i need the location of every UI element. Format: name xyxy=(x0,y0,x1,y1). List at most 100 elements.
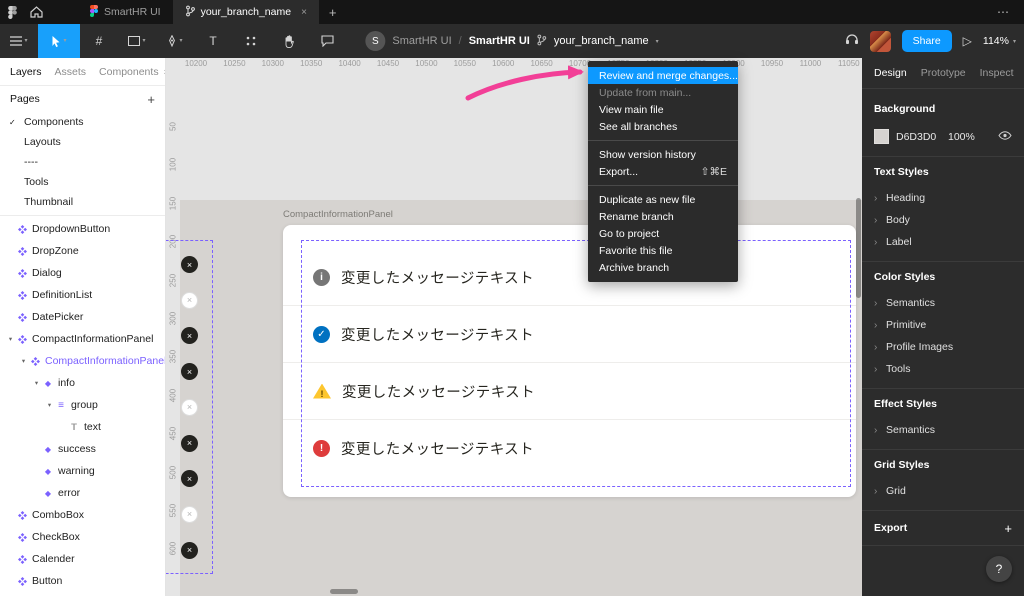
close-panel-tab-icon[interactable]: × xyxy=(164,67,166,77)
canvas[interactable]: 1020010250103001035010400104501050010550… xyxy=(166,58,862,596)
move-tool[interactable]: ▾ xyxy=(38,24,80,58)
style-item-profile-images[interactable]: ›Profile Images xyxy=(862,336,1024,358)
layer-item-dropdownbutton[interactable]: DropdownButton xyxy=(0,218,165,240)
style-item-semantics[interactable]: ›Semantics xyxy=(862,292,1024,314)
layer-item-error[interactable]: ◆error xyxy=(0,482,165,504)
layer-item-calender[interactable]: Calender xyxy=(0,548,165,570)
vertical-scrollbar[interactable] xyxy=(856,198,861,298)
branch-name[interactable]: your_branch_name xyxy=(554,35,649,47)
tab-inspect[interactable]: Inspect xyxy=(980,67,1014,79)
new-tab-button[interactable]: + xyxy=(329,5,337,20)
share-button[interactable]: Share xyxy=(902,30,952,52)
style-item-grid[interactable]: ›Grid xyxy=(862,480,1024,502)
tab-assets[interactable]: Assets xyxy=(55,66,87,78)
layer-item-warning[interactable]: ◆warning xyxy=(0,460,165,482)
expand-chevron-icon[interactable]: ▾ xyxy=(19,357,28,365)
close-button-icon[interactable]: × xyxy=(181,292,198,309)
menu-item-rename-branch[interactable]: Rename branch xyxy=(588,208,738,225)
page-item-tools[interactable]: Tools xyxy=(0,172,165,192)
file-name[interactable]: SmartHR UI xyxy=(469,35,530,47)
horizontal-scrollbar[interactable] xyxy=(330,589,358,594)
menu-item-favorite-this-file[interactable]: Favorite this file xyxy=(588,242,738,259)
layer-item-dropzone[interactable]: DropZone xyxy=(0,240,165,262)
layer-item-definitionlist[interactable]: DefinitionList xyxy=(0,284,165,306)
resources-tool[interactable] xyxy=(232,24,270,58)
layer-item-button[interactable]: Button xyxy=(0,570,165,592)
file-tab-smarthr-ui[interactable]: SmartHR UI xyxy=(78,0,173,24)
layer-item-compactinformationpanel[interactable]: ▾CompactInformationPanel xyxy=(0,350,165,372)
home-icon[interactable] xyxy=(24,6,48,18)
expand-chevron-icon[interactable]: ▾ xyxy=(6,335,15,343)
page-item-layouts[interactable]: Layouts xyxy=(0,132,165,152)
project-name[interactable]: SmartHR UI xyxy=(392,35,451,47)
tab-components[interactable]: Components xyxy=(99,66,159,78)
layer-item-combobox[interactable]: ComboBox xyxy=(0,504,165,526)
file-tab-branch[interactable]: your_branch_name × xyxy=(173,0,319,24)
frame-label[interactable]: CompactInformationPanel xyxy=(283,209,393,220)
close-button-icon[interactable]: × xyxy=(181,363,198,380)
branch-menu-chevron-icon[interactable]: ▾ xyxy=(656,38,659,45)
tab-design[interactable]: Design xyxy=(874,67,907,79)
layer-item-group[interactable]: ▾≡group xyxy=(0,394,165,416)
menu-item-view-main-file[interactable]: View main file xyxy=(588,101,738,118)
menu-item-review-and-merge-changes[interactable]: Review and merge changes... xyxy=(588,67,738,84)
present-button-icon[interactable]: ▷ xyxy=(963,34,972,48)
menu-item-export[interactable]: Export...⇧⌘E xyxy=(588,163,738,180)
shape-tool[interactable]: ▾ xyxy=(118,24,156,58)
page-item-thumbnail[interactable]: Thumbnail xyxy=(0,192,165,212)
page-item-[interactable]: ---- xyxy=(0,152,165,172)
eye-icon[interactable] xyxy=(998,131,1012,143)
audio-call-icon[interactable] xyxy=(845,32,859,50)
user-avatar[interactable] xyxy=(870,31,891,52)
close-button-icon[interactable]: × xyxy=(181,542,198,559)
close-button-icon[interactable]: × xyxy=(181,399,198,416)
layer-item-dialog[interactable]: Dialog xyxy=(0,262,165,284)
text-tool[interactable]: T xyxy=(194,24,232,58)
background-opacity[interactable]: 100% xyxy=(948,131,998,143)
tab-prototype[interactable]: Prototype xyxy=(921,67,966,79)
component-icon xyxy=(15,313,29,322)
expand-chevron-icon[interactable]: ▾ xyxy=(45,401,54,409)
style-item-primitive[interactable]: ›Primitive xyxy=(862,314,1024,336)
add-export-button[interactable]: + xyxy=(1004,521,1012,536)
menu-item-archive-branch[interactable]: Archive branch xyxy=(588,259,738,276)
section-effect-styles: Effect Styles›Semantics xyxy=(862,389,1024,450)
menu-item-duplicate-as-new-file[interactable]: Duplicate as new file xyxy=(588,191,738,208)
frame-tool[interactable]: # xyxy=(80,24,118,58)
layer-item-info[interactable]: ▾◆info xyxy=(0,372,165,394)
style-item-label[interactable]: ›Label xyxy=(862,231,1024,253)
expand-chevron-icon[interactable]: ▾ xyxy=(32,379,41,387)
close-button-icon[interactable]: × xyxy=(181,435,198,452)
close-button-icon[interactable]: × xyxy=(181,506,198,523)
layer-item-text[interactable]: Ttext xyxy=(0,416,165,438)
style-item-semantics[interactable]: ›Semantics xyxy=(862,419,1024,441)
figma-logo-icon[interactable] xyxy=(0,6,24,19)
chevron-right-icon: › xyxy=(874,342,886,353)
overflow-menu-icon[interactable]: ⋯ xyxy=(997,5,1010,19)
message-text: 変更したメッセージテキスト xyxy=(341,324,534,345)
menu-item-see-all-branches[interactable]: See all branches xyxy=(588,118,738,135)
background-swatch[interactable] xyxy=(874,129,889,144)
compact-information-panel[interactable]: i変更したメッセージテキスト✓変更したメッセージテキスト!変更したメッセージテキ… xyxy=(283,225,856,497)
menu-item-go-to-project[interactable]: Go to project xyxy=(588,225,738,242)
style-item-heading[interactable]: ›Heading xyxy=(862,187,1024,209)
help-button[interactable]: ? xyxy=(986,556,1012,582)
comment-tool[interactable] xyxy=(308,24,346,58)
zoom-control[interactable]: 114% ▾ xyxy=(983,35,1016,47)
layer-item-datepicker[interactable]: DatePicker xyxy=(0,306,165,328)
layer-item-success[interactable]: ◆success xyxy=(0,438,165,460)
hand-tool[interactable] xyxy=(270,24,308,58)
style-item-tools[interactable]: ›Tools xyxy=(862,358,1024,380)
page-item-components[interactable]: ✓Components xyxy=(0,112,165,132)
add-page-button[interactable]: + xyxy=(147,92,155,107)
close-button-icon[interactable]: × xyxy=(181,256,198,273)
background-hex[interactable]: D6D3D0 xyxy=(896,131,948,143)
menu-item-show-version-history[interactable]: Show version history xyxy=(588,146,738,163)
layer-item-checkbox[interactable]: CheckBox xyxy=(0,526,165,548)
tab-layers[interactable]: Layers xyxy=(10,66,42,78)
close-tab-icon[interactable]: × xyxy=(301,7,307,18)
pen-tool[interactable]: ▾ xyxy=(156,24,194,58)
main-menu-button[interactable]: ▾ xyxy=(0,24,38,58)
layer-item-compactinformationpanel[interactable]: ▾CompactInformationPanel xyxy=(0,328,165,350)
style-item-body[interactable]: ›Body xyxy=(862,209,1024,231)
